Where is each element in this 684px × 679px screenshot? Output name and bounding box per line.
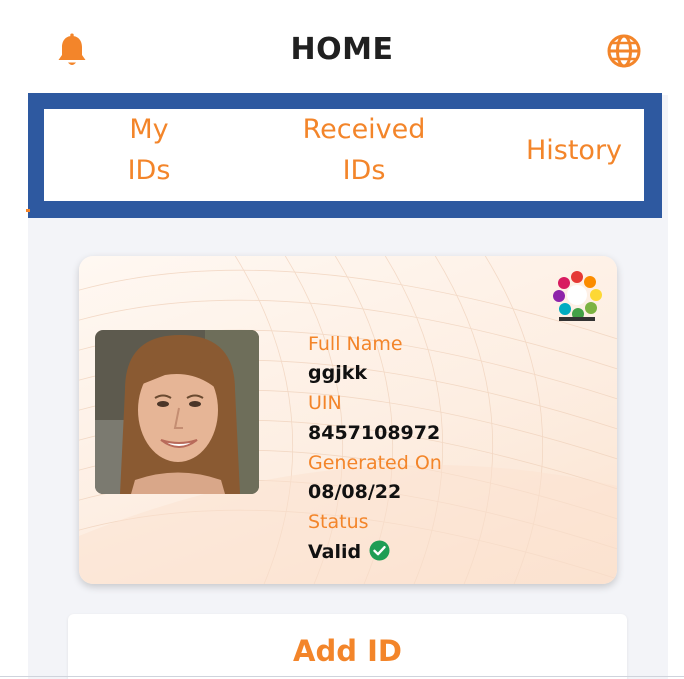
status-value: Valid	[308, 541, 362, 563]
generated-on-value: 08/08/22	[308, 481, 402, 503]
status-label: Status	[308, 511, 369, 533]
uin-value: 8457108972	[308, 422, 441, 444]
check-circle-icon	[369, 540, 390, 561]
page-title: HOME	[290, 32, 394, 67]
add-id-label: Add ID	[293, 634, 402, 668]
bottom-divider	[0, 676, 684, 677]
generated-on-label: Generated On	[308, 452, 442, 474]
id-card[interactable]: Full Name ggjkk UIN 8457108972 Generated…	[79, 256, 617, 584]
tab-my-ids-line2: IDs	[127, 155, 171, 186]
tab-my-ids[interactable]: My IDs	[94, 109, 204, 191]
profile-photo	[95, 330, 259, 494]
full-name-label: Full Name	[308, 333, 403, 355]
globe-icon[interactable]	[606, 33, 642, 69]
tab-history[interactable]: History	[504, 130, 644, 171]
tab-received-ids-line2: IDs	[342, 155, 386, 186]
active-tab-indicator	[26, 209, 30, 212]
tab-bar: My IDs Received IDs History	[28, 93, 662, 218]
tab-received-ids[interactable]: Received IDs	[274, 109, 454, 191]
tab-history-label: History	[525, 135, 623, 166]
add-id-button[interactable]: Add ID	[68, 614, 627, 679]
tab-my-ids-line1: My	[129, 114, 169, 145]
tab-bar-inner: My IDs Received IDs History	[44, 109, 644, 201]
app-header: HOME	[0, 0, 684, 95]
mosip-logo	[553, 271, 602, 321]
uin-label: UIN	[308, 392, 342, 414]
tab-received-ids-line1: Received	[302, 114, 426, 145]
full-name-value: ggjkk	[308, 362, 367, 384]
